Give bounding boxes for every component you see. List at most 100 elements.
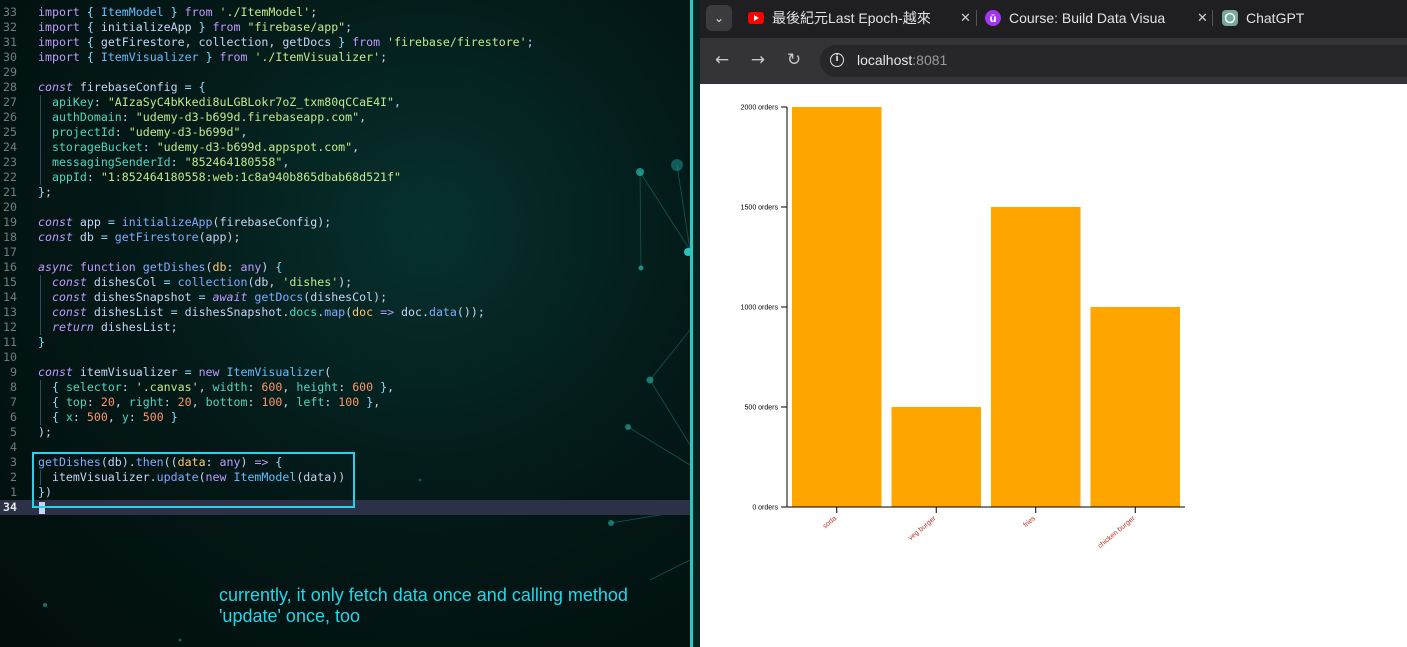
code-line[interactable]: 22 appId: "1:852464180558:web:1c8a940b86… xyxy=(0,170,690,185)
code-line[interactable]: 31 import { getFirestore, collection, get… xyxy=(0,35,690,50)
tab-title: Course: Build Data Visua xyxy=(1009,10,1166,26)
code-line[interactable]: 12 return dishesList; xyxy=(0,320,690,335)
code-line[interactable]: 13 const dishesList = dishesSnapshot.doc… xyxy=(0,305,690,320)
line-number: 17 xyxy=(3,245,17,259)
forward-button[interactable]: → xyxy=(746,48,770,72)
code-line[interactable]: 7 { top: 20, right: 20, bottom: 100, lef… xyxy=(0,395,690,410)
code-line[interactable]: 33 import { ItemModel } from './ItemModel… xyxy=(0,5,690,20)
code-line[interactable]: 32 import { initializeApp } from "firebas… xyxy=(0,20,690,35)
info-icon[interactable]: i xyxy=(830,53,844,67)
code-line[interactable]: 29 xyxy=(0,65,690,80)
line-number: 29 xyxy=(3,65,17,79)
close-icon[interactable]: ✕ xyxy=(1197,11,1208,26)
y-axis: 0 orders 500 orders 1000 orders 1500 orders… xyxy=(741,105,788,512)
window-divider-shadow xyxy=(693,0,700,647)
code-line[interactable]: 27 apiKey: "AIzaSyC4bKkedi8uLGBLokr7oZ_t… xyxy=(0,95,690,110)
line-number: 5 xyxy=(10,425,17,439)
line-text: import { ItemModel } from './ItemModel'; xyxy=(38,5,318,19)
line-number: 14 xyxy=(3,290,17,304)
bar xyxy=(990,207,1081,507)
code-line[interactable]: 10 xyxy=(0,350,690,365)
code-line[interactable]: 6 { x: 500, y: 500 } xyxy=(0,410,690,425)
annotation-text: currently, it only fetch data once and c… xyxy=(219,585,628,626)
code-line[interactable]: 26 authDomain: "udemy-d3-b699d.firebasea… xyxy=(0,110,690,125)
line-text: { x: 500, y: 500 } xyxy=(51,410,178,424)
code-line[interactable]: 28 const firebaseConfig = { xyxy=(0,80,690,95)
line-text: apiKey: "AIzaSyC4bKkedi8uLGBLokr7oZ_txm8… xyxy=(51,95,401,109)
line-text: import { ItemVisualizer } from './ItemVi… xyxy=(38,50,388,64)
code-line[interactable]: 25 projectId: "udemy-d3-b699d", xyxy=(0,125,690,140)
address-bar[interactable]: i localhost:8081 xyxy=(820,45,1407,77)
code-line[interactable]: 8 { selector: '.canvas', width: 600, hei… xyxy=(0,380,690,395)
line-number: 19 xyxy=(3,215,17,229)
code-line[interactable]: 17 xyxy=(0,245,690,260)
line-number: 15 xyxy=(3,275,17,289)
line-number: 2 xyxy=(10,470,17,484)
url-port: :8081 xyxy=(912,52,948,68)
tab-separator xyxy=(1212,10,1213,26)
code-line[interactable]: 5); xyxy=(0,425,690,440)
code-editor-pane[interactable]: 33 import { ItemModel } from './ItemModel… xyxy=(0,0,690,647)
code-line[interactable]: 20 xyxy=(0,200,690,215)
code-line[interactable]: 30 import { ItemVisualizer } from './Item… xyxy=(0,50,690,65)
code-line[interactable]: 23 messagingSenderId: "852464180558", xyxy=(0,155,690,170)
browser-toolbar: ← → ↻ i localhost:8081 xyxy=(700,38,1407,84)
x-axis: soda veg burger fries chicken burger xyxy=(787,506,1185,550)
code-line[interactable]: 14 const dishesSnapshot = await getDocs(… xyxy=(0,290,690,305)
chevron-down-icon: ⌄ xyxy=(713,11,725,25)
tab-udemy[interactable]: ū Course: Build Data Visua ✕ xyxy=(985,0,1208,36)
line-text: storageBucket: "udemy-d3-b699d.appspot.c… xyxy=(51,140,360,154)
back-button[interactable]: ← xyxy=(710,48,734,72)
y-tick-label: 0 orders xyxy=(752,505,778,512)
line-number: 30 xyxy=(3,50,17,64)
tab-title: 最後紀元Last Epoch-越來 xyxy=(772,10,931,26)
code-line[interactable]: 9 const itemVisualizer = new ItemVisualiz… xyxy=(0,365,690,380)
reload-icon: ↻ xyxy=(786,50,802,70)
youtube-icon xyxy=(748,10,764,26)
bar xyxy=(1090,307,1181,507)
line-number: 6 xyxy=(10,410,17,424)
svg-text:ū: ū xyxy=(989,14,996,25)
line-number: 24 xyxy=(3,140,17,154)
code-line[interactable]: 16 async function getDishes(db: any) { xyxy=(0,260,690,275)
line-number: 1 xyxy=(10,485,17,499)
line-text: const firebaseConfig = { xyxy=(38,80,206,94)
line-text: const dishesSnapshot = await getDocs(dis… xyxy=(51,290,388,304)
code-line[interactable]: 18 const db = getFirestore(app); xyxy=(0,230,690,245)
line-number: 7 xyxy=(10,395,17,409)
tab-chatgpt[interactable]: ChatGPT xyxy=(1222,0,1407,36)
line-number: 34 xyxy=(3,500,17,514)
code-line[interactable]: 19 const app = initializeApp(firebaseConf… xyxy=(0,215,690,230)
code-line[interactable]: 24 storageBucket: "udemy-d3-b699d.appspo… xyxy=(0,140,690,155)
reload-button[interactable]: ↻ xyxy=(782,48,806,72)
x-tick-label: fries xyxy=(1022,515,1037,529)
line-text: const itemVisualizer = new ItemVisualize… xyxy=(38,365,332,379)
line-text: const app = initializeApp(firebaseConfig… xyxy=(38,215,332,229)
line-number: 12 xyxy=(3,320,17,334)
bars xyxy=(791,107,1181,507)
close-icon[interactable]: ✕ xyxy=(960,11,971,26)
code-line[interactable]: 21}; xyxy=(0,185,690,200)
tab-search-button[interactable]: ⌄ xyxy=(706,5,732,31)
code-lines[interactable]: 33 import { ItemModel } from './ItemModel… xyxy=(0,5,690,515)
code-line[interactable]: 15 const dishesCol = collection(db, 'dis… xyxy=(0,275,690,290)
line-text: { top: 20, right: 20, bottom: 100, left:… xyxy=(51,395,381,409)
line-number: 27 xyxy=(3,95,17,109)
udemy-icon: ū xyxy=(985,10,1001,26)
y-tick-label: 1000 orders xyxy=(741,305,779,312)
url-text: localhost:8081 xyxy=(857,52,947,68)
browser-window: ⌄ 最後紀元Last Epoch-越來 ✕ ū Course: Build Da… xyxy=(700,0,1407,647)
tab-youtube[interactable]: 最後紀元Last Epoch-越來 ✕ xyxy=(748,0,971,36)
url-host: localhost xyxy=(857,52,913,68)
code-line[interactable]: 11} xyxy=(0,335,690,350)
highlight-box xyxy=(32,452,355,508)
line-number: 3 xyxy=(10,455,17,469)
line-number: 20 xyxy=(3,200,17,214)
web-page: 0 orders 500 orders 1000 orders 1500 orders… xyxy=(700,84,1407,647)
line-text: { selector: '.canvas', width: 600, heigh… xyxy=(51,380,395,394)
line-text: import { getFirestore, collection, getDo… xyxy=(38,35,534,49)
y-tick-label: 1500 orders xyxy=(741,205,779,212)
line-number: 10 xyxy=(3,350,17,364)
line-number: 9 xyxy=(10,365,17,379)
line-text: } xyxy=(38,335,45,349)
